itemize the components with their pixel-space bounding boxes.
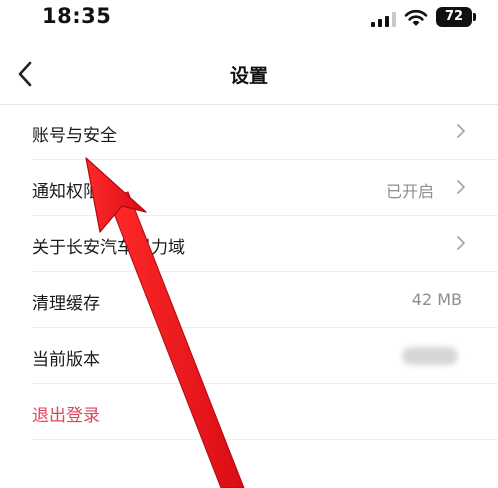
settings-list: 账号与安全 通知权限 已开启 关于长安汽车引力域 清理缓存 42 MB 当前版本…	[0, 104, 498, 440]
chevron-right-icon	[457, 124, 465, 138]
row-label: 关于长安汽车引力域	[32, 238, 185, 258]
signal-icon	[371, 12, 396, 27]
settings-row-current-version: 当前版本	[32, 328, 498, 384]
nav-bar: 设置	[0, 44, 498, 105]
battery-level: 72	[444, 9, 464, 24]
row-label: 通知权限	[32, 182, 100, 202]
settings-row-clear-cache[interactable]: 清理缓存 42 MB	[32, 272, 498, 328]
blurred-version-value	[402, 347, 458, 365]
page-title: 设置	[229, 65, 268, 87]
settings-row-account-security[interactable]: 账号与安全	[32, 104, 498, 160]
logout-button[interactable]: 退出登录	[32, 384, 498, 440]
row-label: 清理缓存	[32, 294, 100, 314]
row-value: 已开启	[385, 182, 434, 201]
logout-label: 退出登录	[32, 406, 100, 426]
row-label: 当前版本	[32, 350, 100, 370]
status-bar: 18:35 72	[0, 0, 498, 40]
chevron-right-icon	[457, 236, 465, 250]
chevron-right-icon	[457, 180, 465, 194]
row-label: 账号与安全	[32, 126, 117, 146]
cache-size: 42 MB	[411, 290, 462, 309]
settings-row-notification-permission[interactable]: 通知权限 已开启	[32, 160, 498, 216]
battery-icon: 72	[436, 7, 476, 27]
settings-row-about[interactable]: 关于长安汽车引力域	[32, 216, 498, 272]
status-time: 18:35	[42, 4, 112, 28]
wifi-icon	[404, 9, 428, 26]
